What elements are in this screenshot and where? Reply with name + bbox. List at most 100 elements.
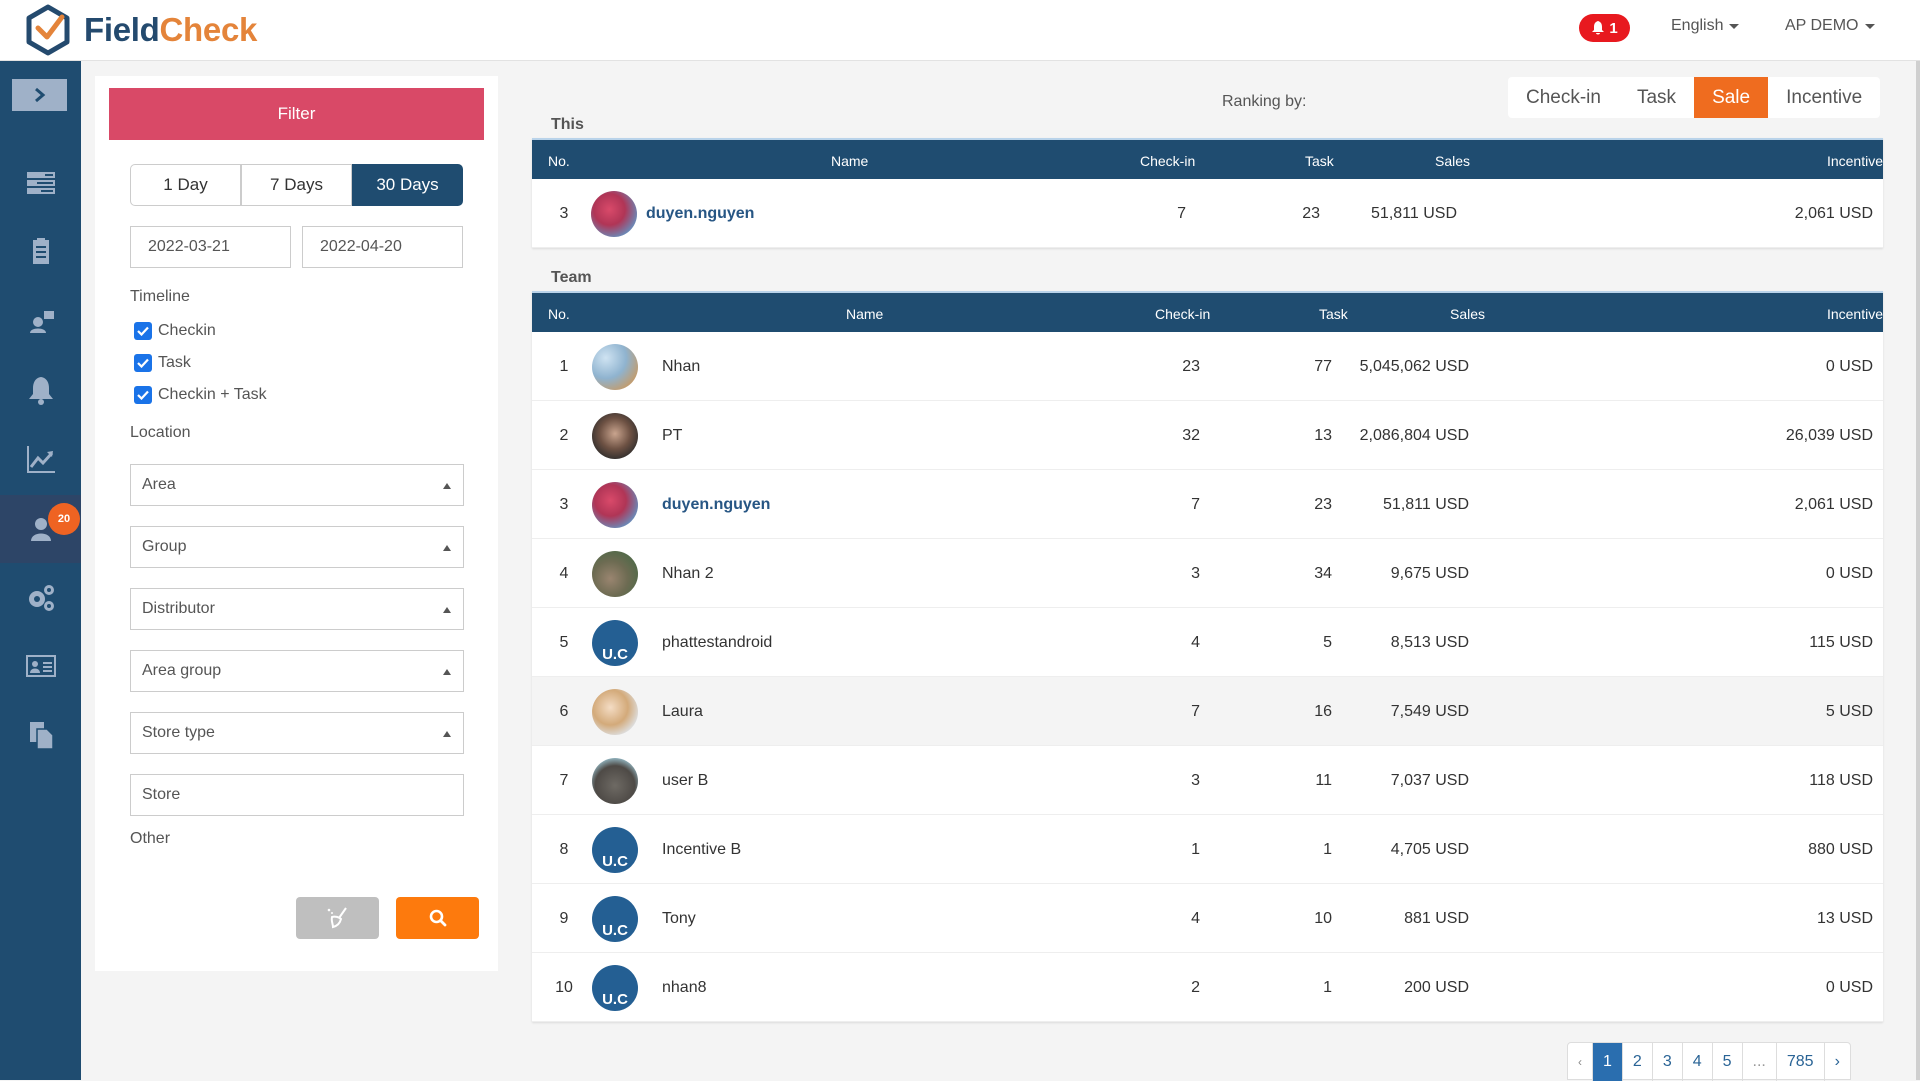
rank-tab-incentive[interactable]: Incentive [1768,77,1880,118]
user-menu[interactable]: AP DEMO [1785,17,1875,35]
rank-tab-task[interactable]: Task [1619,77,1694,118]
table-row[interactable]: 9 U.C Tony 4 10 881 USD 13 USD [532,884,1883,953]
row-name[interactable]: nhan8 [662,979,707,997]
logo-text: FieldCheck [84,11,258,48]
table-row[interactable]: 8 U.C Incentive B 1 1 4,705 USD 880 USD [532,815,1883,884]
pagination: ‹ 1 2 3 4 5... 785 › [1567,1042,1851,1081]
sidebar-item-list[interactable] [0,149,81,217]
row-incentive: 2,061 USD [1794,205,1873,222]
row-name[interactable]: Tony [662,910,696,928]
row-checkin: 2 [1191,979,1200,996]
col-sales: Sales [1450,306,1486,322]
table-row[interactable]: 2 PT 32 13 2,086,804 USD 26,039 USD [532,401,1883,470]
sidebar-item-reports[interactable] [0,425,81,493]
caret-up-icon [443,669,451,675]
sidebar-item-documents[interactable] [0,701,81,769]
caret-down-icon [1864,23,1875,29]
filter-panel: Filter 1 Day 7 Days 30 Days 2022-03-21 2… [95,76,498,971]
table-row[interactable]: 7 user B 3 11 7,037 USD 118 USD [532,746,1883,815]
page-2-button[interactable]: 2 [1621,1043,1652,1081]
table-row[interactable]: 3 duyen.nguyen 7 23 51,811 USD 2,061 USD [532,470,1883,539]
sidebar-item-notifications[interactable] [0,356,81,424]
sidebar-item-settings[interactable] [0,563,81,631]
group-select[interactable]: Group [130,526,464,568]
row-incentive: 0 USD [1825,979,1873,996]
range-7-days-button[interactable]: 7 Days [241,164,352,206]
page-1-button[interactable]: 1 [1592,1043,1622,1081]
row-name[interactable]: phattestandroid [662,634,772,652]
row-name[interactable]: Laura [662,703,703,721]
area-group-select[interactable]: Area group [130,650,464,692]
table-row[interactable]: 6 Laura 7 16 7,549 USD 5 USD [532,677,1883,746]
col-task: Task [1319,306,1348,322]
table-row[interactable]: 10 U.C nhan8 2 1 200 USD 0 USD [532,953,1883,1022]
row-name[interactable]: duyen.nguyen [646,205,754,223]
avatar-initials: U.C [602,853,628,870]
row-name[interactable]: Nhan [662,358,700,376]
date-from-input[interactable]: 2022-03-21 [130,226,291,268]
row-no: 4 [559,565,569,582]
col-checkin: Check-in [1155,306,1211,322]
timeline-label: Timeline [130,288,190,305]
date-to-input[interactable]: 2022-04-20 [302,226,463,268]
notification-button[interactable]: 1 [1579,14,1630,42]
row-sales: 5,045,062 USD [1359,358,1469,375]
row-task: 1 [1323,979,1332,996]
page-ellipsis[interactable]: ... [1741,1043,1776,1081]
page-4-button[interactable]: 4 [1681,1043,1712,1081]
col-name: Name [846,306,884,322]
row-incentive: 0 USD [1825,358,1873,375]
store-type-select[interactable]: Store type [130,712,464,754]
store-input[interactable]: Store [130,774,464,816]
team-section-title: Team [551,269,592,286]
page-3-button[interactable]: 3 [1651,1043,1682,1081]
row-checkin: 7 [1177,205,1186,222]
row-name[interactable]: duyen.nguyen [662,496,770,514]
page-prev-button[interactable]: ‹ [1568,1043,1592,1081]
page-5-button[interactable]: 5 [1711,1043,1742,1081]
range-30-days-button[interactable]: 30 Days [352,164,463,206]
rank-tab-sale[interactable]: Sale [1694,77,1769,118]
scrollbar[interactable] [1916,61,1920,1080]
sidebar-item-users[interactable]: 20 [0,495,81,563]
notification-count: 1 [1609,19,1618,37]
sidebar-toggle-button[interactable] [12,79,67,111]
area-select[interactable]: Area [130,464,464,506]
row-name[interactable]: Incentive B [662,841,741,859]
range-1-day-button[interactable]: 1 Day [130,164,241,206]
table-row[interactable]: 3 duyen.nguyen 7 23 51,811 USD 2,061 USD [532,179,1883,248]
sidebar-item-clipboard[interactable] [0,218,81,286]
avatar [592,758,638,804]
row-incentive: 13 USD [1816,910,1873,927]
avatar-initials: U.C [602,646,628,663]
row-name[interactable]: PT [662,427,682,445]
row-no: 2 [559,427,569,444]
table-row[interactable]: 4 Nhan 2 3 34 9,675 USD 0 USD [532,539,1883,608]
table-row[interactable]: 1 Nhan 23 77 5,045,062 USD 0 USD [532,332,1883,401]
col-incentive: Incentive [1826,306,1883,322]
search-button[interactable] [396,897,479,939]
page-785-button[interactable]: 785 [1775,1043,1824,1081]
task-checkbox[interactable]: Task [134,354,191,372]
language-dropdown[interactable]: English [1671,17,1740,35]
clear-filter-button[interactable] [296,897,379,939]
row-no: 8 [559,841,569,858]
row-name[interactable]: Nhan 2 [662,565,714,583]
row-name[interactable]: user B [662,772,708,790]
rank-tab-checkin[interactable]: Check-in [1508,77,1619,118]
sidebar-item-chat[interactable] [0,287,81,355]
row-checkin: 7 [1191,496,1200,513]
table-row[interactable]: 5 U.C phattestandroid 4 5 8,513 USD 115 USD [532,608,1883,677]
page-next-button[interactable]: › [1823,1043,1850,1081]
distributor-select[interactable]: Distributor [130,588,464,630]
checkmark-icon [134,354,152,372]
row-task: 1 [1323,841,1332,858]
fieldcheck-logo-icon [26,4,70,56]
checkin-checkbox[interactable]: Checkin [134,322,216,340]
clipboard-icon [32,238,49,264]
row-checkin: 4 [1191,910,1200,927]
sidebar-item-profile[interactable] [0,632,81,700]
checkin-task-checkbox[interactable]: Checkin + Task [134,386,267,404]
users-badge: 20 [48,503,80,535]
logo[interactable]: FieldCheck [22,4,257,56]
